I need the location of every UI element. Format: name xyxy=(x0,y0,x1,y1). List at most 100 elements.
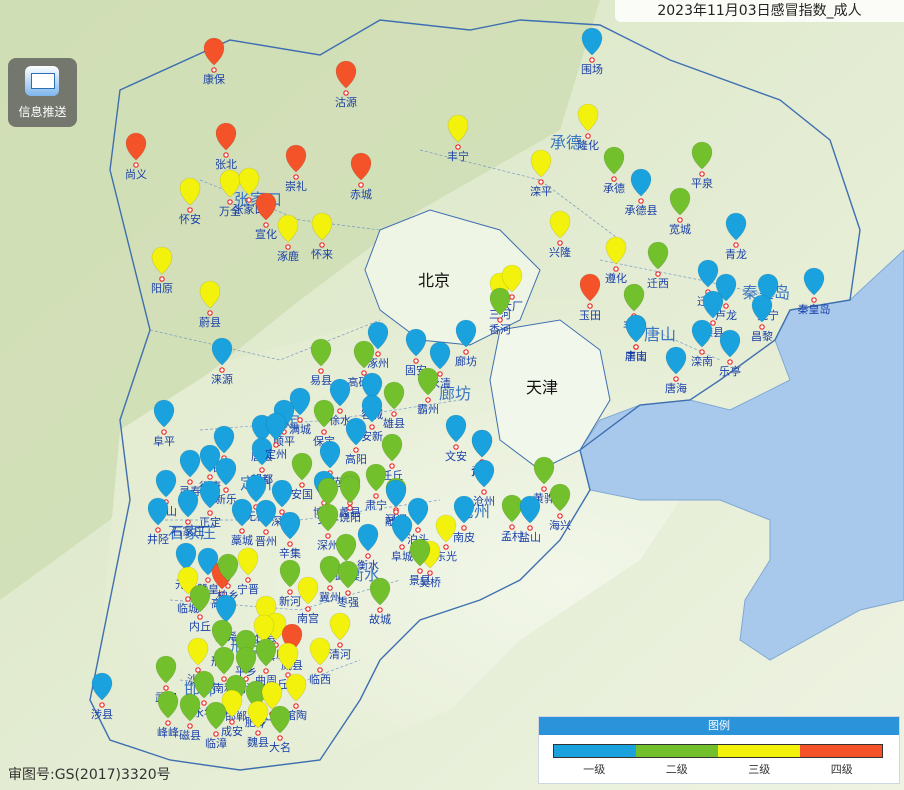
station-label: 涞源 xyxy=(211,372,233,386)
station-dot xyxy=(638,198,644,204)
station-label: 蔚县 xyxy=(199,316,221,329)
station-label: 衡水 xyxy=(357,559,379,572)
station-label: 乐亭 xyxy=(719,364,741,378)
station-label: 阜城 xyxy=(391,550,413,563)
station-dot xyxy=(655,271,661,277)
region-label-4: 唐山 xyxy=(644,325,676,344)
station-dot xyxy=(585,133,591,139)
station-dot xyxy=(273,442,279,448)
station-label: 玉田 xyxy=(579,309,601,322)
station-label: 青龙 xyxy=(725,248,747,261)
station-label: 井陉 xyxy=(147,532,169,546)
station-dot xyxy=(317,667,323,673)
station-dot xyxy=(207,310,213,316)
station-dot xyxy=(259,467,265,473)
station-dot xyxy=(710,320,716,326)
station-dot xyxy=(263,668,269,674)
station-dot xyxy=(163,685,169,691)
station-label: 阳原 xyxy=(151,282,173,295)
station-label: 新河 xyxy=(279,594,301,608)
station-label: 景县 xyxy=(409,574,431,587)
station-dot xyxy=(538,179,544,185)
station-dot xyxy=(99,702,105,708)
station-dot xyxy=(723,303,729,309)
station-label: 霸州 xyxy=(417,403,439,416)
station-label: 辛集 xyxy=(279,546,301,560)
station-dot xyxy=(633,344,639,350)
legend-labels: 一级 二级 三级 四级 xyxy=(553,761,883,777)
station-dot xyxy=(155,527,161,533)
station-label: 定州 xyxy=(265,447,287,461)
station-label: 故城 xyxy=(369,612,391,626)
legend-label-level-1: 一级 xyxy=(583,763,606,776)
station-label: 怀安 xyxy=(179,212,201,226)
station-label: 深州 xyxy=(317,539,339,552)
station-label: 围场 xyxy=(581,62,603,76)
station-dot xyxy=(293,703,299,709)
station-dot xyxy=(541,486,547,492)
station-dot xyxy=(297,417,303,423)
station-dot xyxy=(185,519,191,525)
station-dot xyxy=(557,240,563,246)
station-label: 枣强 xyxy=(337,596,359,609)
station-label: 兴隆 xyxy=(549,245,571,259)
station-label: 宽城 xyxy=(669,222,691,236)
station-dot xyxy=(277,735,283,741)
map-approval-number: 审图号:GS(2017)3320号 xyxy=(8,767,171,783)
station-dot xyxy=(287,541,293,547)
station-label: 文安 xyxy=(445,449,467,463)
station-dot xyxy=(337,642,343,648)
legend-label-level-4: 四级 xyxy=(830,763,853,776)
station-dot xyxy=(425,397,431,403)
station-dot xyxy=(361,370,367,376)
station-dot xyxy=(527,525,533,531)
station-label: 藁城 xyxy=(231,534,253,547)
station-label: 高阳 xyxy=(345,452,367,466)
station-label: 阜平 xyxy=(153,435,175,448)
station-dot xyxy=(481,489,487,495)
station-dot xyxy=(285,244,291,250)
station-dot xyxy=(437,371,443,377)
station-dot xyxy=(587,303,593,309)
map-canvas[interactable]: 承德张家口保定廊坊唐山秦皇岛沧州衡水邢台石家庄邯郸定州北京天津 康保沽源尚义张北… xyxy=(0,0,904,790)
station-dot xyxy=(229,719,235,725)
station-dot xyxy=(161,429,167,435)
station-label: 涿鹿 xyxy=(277,249,299,263)
station-dot xyxy=(673,376,679,382)
station-dot xyxy=(187,723,193,729)
envelope-icon xyxy=(25,66,59,96)
station-label: 晋州 xyxy=(255,535,277,548)
station-dot xyxy=(255,730,261,736)
station-label: 赤城 xyxy=(350,188,372,201)
legend-title: 图例 xyxy=(539,717,899,735)
info-push-button[interactable]: 信息推送 xyxy=(8,58,77,127)
station-label: 张北 xyxy=(215,158,237,171)
station-dot xyxy=(677,217,683,223)
station-dot xyxy=(318,368,324,374)
station-label: 怀来 xyxy=(311,248,333,261)
station-dot xyxy=(509,294,515,300)
station-label: 海兴 xyxy=(549,518,571,532)
station-label: 香河 xyxy=(489,323,511,336)
station-dot xyxy=(733,242,739,248)
station-dot xyxy=(321,429,327,435)
station-dot xyxy=(185,596,191,602)
station-dot xyxy=(811,297,817,303)
station-dot xyxy=(417,568,423,574)
station-dot xyxy=(207,510,213,516)
station-dot xyxy=(369,424,375,430)
legend-color-bar xyxy=(553,744,883,758)
station-label: 丰宁 xyxy=(447,149,469,163)
station-dot xyxy=(509,524,515,530)
station-dot xyxy=(413,358,419,364)
station-label: 迁西 xyxy=(647,277,669,290)
map-title: 2023年11月03日感冒指数_成人 xyxy=(615,0,904,22)
station-dot xyxy=(415,527,421,533)
station-label: 临西 xyxy=(309,672,331,686)
station-dot xyxy=(207,474,213,480)
station-dot xyxy=(319,242,325,248)
station-label: 承德 xyxy=(603,181,625,195)
station-dot xyxy=(699,171,705,177)
station-label: 滦平 xyxy=(530,184,552,198)
station-dot xyxy=(463,349,469,355)
